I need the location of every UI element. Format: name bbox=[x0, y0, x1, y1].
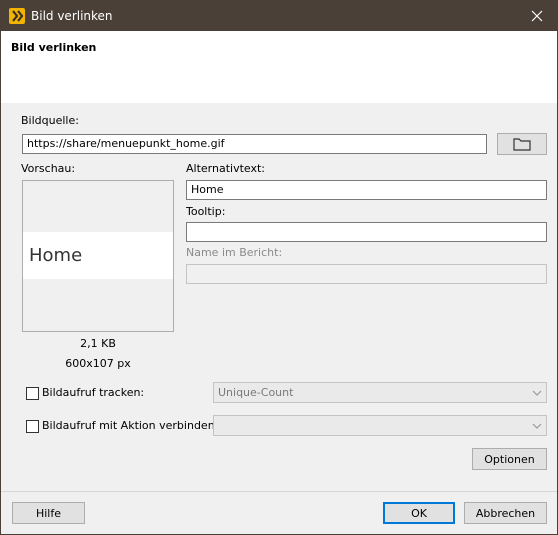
chevron-down-icon bbox=[528, 416, 546, 435]
cancel-button[interactable]: Abbrechen bbox=[464, 502, 547, 524]
alt-text-label: Alternativtext: bbox=[186, 162, 265, 175]
track-mode-select: Unique-Count bbox=[213, 382, 547, 403]
browse-button[interactable] bbox=[497, 133, 547, 155]
alt-text-input[interactable]: Home bbox=[186, 180, 547, 200]
source-url-input[interactable]: https://share/menuepunkt_home.gif bbox=[22, 134, 487, 154]
action-select bbox=[213, 415, 547, 436]
help-button[interactable]: Hilfe bbox=[12, 502, 85, 524]
header-banner: Bild verlinken bbox=[1, 31, 557, 103]
ok-button[interactable]: OK bbox=[383, 502, 455, 524]
close-icon[interactable] bbox=[517, 1, 557, 31]
folder-icon bbox=[513, 138, 531, 151]
preview-image-text: Home bbox=[29, 245, 83, 266]
app-logo-icon bbox=[9, 8, 25, 24]
tooltip-input[interactable] bbox=[186, 222, 547, 242]
report-name-input bbox=[186, 264, 547, 284]
footer-divider bbox=[1, 491, 557, 492]
track-label: Bildaufruf tracken: bbox=[42, 386, 145, 399]
image-file-size: 2,1 KB bbox=[80, 337, 116, 350]
tooltip-label: Tooltip: bbox=[186, 205, 226, 218]
preview-label: Vorschau: bbox=[21, 162, 76, 175]
action-checkbox[interactable] bbox=[26, 420, 39, 433]
image-preview: Home bbox=[22, 180, 174, 332]
image-dimensions: 600x107 px bbox=[65, 357, 131, 370]
title-bar: Bild verlinken bbox=[1, 1, 557, 31]
dialog-window: Bild verlinken Bild verlinken Bildquelle… bbox=[0, 0, 558, 535]
options-button[interactable]: Optionen bbox=[472, 448, 547, 470]
report-name-label: Name im Bericht: bbox=[186, 246, 283, 259]
preview-image: Home bbox=[23, 232, 173, 279]
action-label: Bildaufruf mit Aktion verbinden: bbox=[42, 419, 219, 432]
track-mode-value: Unique-Count bbox=[218, 386, 294, 399]
window-title: Bild verlinken bbox=[31, 9, 113, 23]
track-checkbox[interactable] bbox=[26, 387, 39, 400]
source-label: Bildquelle: bbox=[21, 114, 79, 127]
chevron-down-icon bbox=[528, 383, 546, 402]
page-title: Bild verlinken bbox=[11, 41, 97, 54]
